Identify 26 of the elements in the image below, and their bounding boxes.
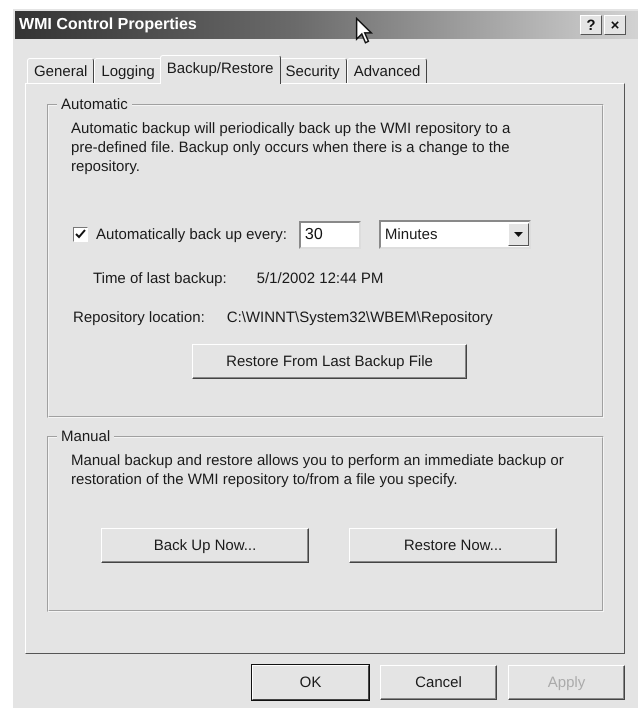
unit-dropdown[interactable]: Minutes (378, 220, 531, 249)
tab[interactable]: Logging (94, 58, 162, 83)
group-title: Automatic (60, 96, 129, 113)
checkbox-label: Automatically back up every: (96, 226, 287, 243)
restore-backup-button[interactable]: Restore From Last Backup File (192, 344, 467, 379)
tab[interactable]: Backup/Restore (160, 55, 280, 84)
action-button[interactable]: Restore Now... (349, 528, 557, 563)
repository-path: C:\WINNT\System32\WBEM\Repository (226, 309, 493, 326)
field-label: Time of last backup: (93, 270, 227, 287)
description-text: Automatic backup will periodically back up the WMI repository to a pre-defined file. Backup only occurs when there is a change to the repository. (71, 119, 512, 176)
tab[interactable]: Advanced (346, 58, 428, 83)
tab[interactable]: General (27, 58, 94, 83)
window-title: WMI Control Properties (19, 16, 197, 34)
checkbox[interactable] (73, 227, 88, 242)
caption-button[interactable]: × (604, 15, 626, 35)
tab[interactable]: Security (278, 58, 347, 83)
action-button[interactable]: Back Up Now... (101, 528, 309, 563)
interval-field[interactable]: 30 (298, 220, 361, 248)
dialog-button[interactable]: OK (252, 665, 369, 700)
caption-button[interactable]: ? (580, 15, 602, 35)
field-label: Repository location: (73, 309, 205, 326)
mouse-pointer-icon (355, 17, 373, 45)
description-text: Manual backup and restore allows you to perform an immediate backup or restoration of the WMI repository to/from a file you specify. (71, 451, 565, 489)
dialog-button[interactable]: Cancel (380, 665, 497, 700)
last-backup-time: 5/1/2002 12:44 PM (256, 270, 384, 287)
group-title: Manual (60, 428, 112, 445)
